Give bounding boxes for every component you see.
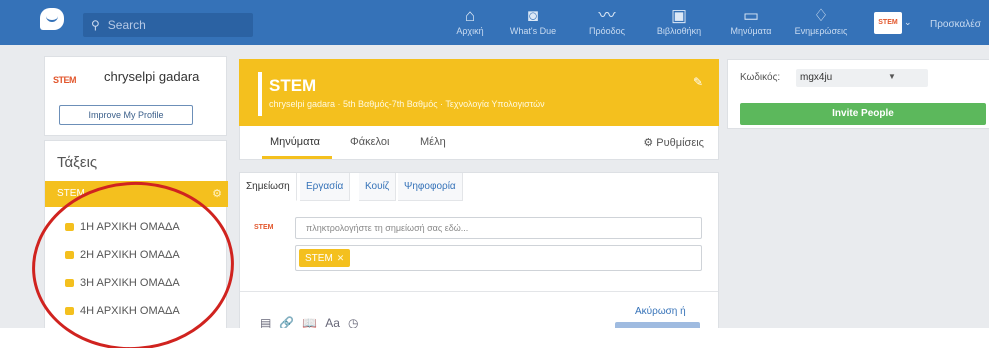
search-icon: ⚲: [91, 18, 100, 32]
stem-logo: STEM: [254, 224, 274, 231]
post-composer: Σημείωση Εργασία Κουίζ Ψηφοφορία STEM ST…: [239, 172, 719, 348]
tab-note[interactable]: Σημείωση: [240, 173, 297, 201]
tab-messages[interactable]: Μηνύματα: [270, 136, 320, 148]
composer-tabs: Σημείωση Εργασία Κουίζ Ψηφοφορία: [240, 173, 480, 201]
code-dropdown[interactable]: mgx4ju: [796, 69, 928, 87]
nav-home-label: Αρχική: [456, 26, 484, 36]
nav-progress[interactable]: 〰 Πρόοδος: [584, 6, 630, 36]
gear-icon: ⚙: [643, 137, 654, 149]
gear-icon[interactable]: ⚙: [212, 181, 222, 207]
recipient-chip-label: STEM: [305, 253, 333, 264]
invite-link[interactable]: Προσκαλέσ: [930, 19, 981, 30]
settings-label: Ρυθμίσεις: [656, 137, 704, 149]
stem-logo: STEM: [53, 75, 77, 85]
active-tab-indicator: [262, 156, 332, 159]
note-input[interactable]: [295, 217, 702, 239]
nav-library[interactable]: ▣ Βιβλιοθήκη: [650, 6, 708, 36]
avatar[interactable]: STEM: [874, 12, 902, 34]
divider: [240, 291, 718, 292]
tab-quiz[interactable]: Κουίζ: [359, 173, 397, 201]
nav-messages[interactable]: ▭ Μηνύματα: [722, 6, 780, 36]
profile-name[interactable]: chryselpi gadara: [104, 69, 199, 84]
settings-link[interactable]: ⚙ Ρυθμίσεις: [643, 136, 704, 149]
search-input[interactable]: [107, 18, 238, 32]
edmodo-logo-icon[interactable]: [40, 8, 64, 30]
group-code-card: Κωδικός: mgx4ju ▼ Invite People: [727, 59, 989, 129]
improve-profile-button[interactable]: Improve My Profile: [59, 105, 193, 125]
page-title: STEM: [269, 76, 317, 95]
nav-messages-label: Μηνύματα: [730, 26, 772, 36]
page-subtitle: chryselpi gadara · 5th Βαθμός-7th Βαθμός…: [269, 99, 545, 109]
caret-down-icon[interactable]: ▼: [888, 72, 896, 81]
class-header: STEM chryselpi gadara · 5th Βαθμός-7th Β…: [239, 59, 719, 126]
remove-icon[interactable]: ✕: [337, 253, 345, 263]
classes-title: Τάξεις: [57, 154, 98, 171]
nav-whats-due[interactable]: ◙ What's Due: [508, 6, 558, 36]
tab-members[interactable]: Μέλη: [420, 136, 446, 148]
edit-icon[interactable]: ✎: [693, 75, 703, 89]
library-icon: ▣: [670, 6, 688, 25]
messages-icon: ▭: [742, 6, 760, 25]
progress-icon: 〰: [598, 6, 616, 25]
top-nav-bar: ⚲ ⌂ Αρχική ◙ What's Due 〰 Πρόοδος ▣ Βιβλ…: [0, 0, 989, 45]
class-tabs: Μηνύματα Φάκελοι Μέλη ⚙ Ρυθμίσεις: [239, 126, 719, 160]
code-label: Κωδικός:: [740, 72, 781, 83]
recipient-chip[interactable]: STEM ✕: [299, 249, 351, 267]
tab-folders[interactable]: Φάκελοι: [350, 136, 389, 148]
profile-card: STEM chryselpi gadara Improve My Profile: [44, 56, 227, 136]
header-accent-bar: [258, 72, 262, 116]
invite-people-button[interactable]: Invite People: [740, 103, 986, 125]
tab-poll[interactable]: Ψηφοφορία: [398, 173, 463, 201]
chevron-down-icon[interactable]: ⌄: [904, 17, 912, 28]
nav-progress-label: Πρόοδος: [589, 26, 625, 36]
home-icon: ⌂: [464, 6, 476, 25]
cancel-link[interactable]: Ακύρωση ή: [635, 306, 686, 317]
recipients-field[interactable]: STEM ✕: [295, 245, 702, 271]
nav-notifications-label: Ενημερώσεις: [794, 26, 848, 36]
nav-whats-due-label: What's Due: [509, 26, 557, 36]
bell-icon: ♢: [813, 6, 829, 25]
calendar-icon: ◙: [527, 6, 539, 25]
tab-assignment[interactable]: Εργασία: [300, 173, 351, 201]
nav-notifications[interactable]: ♢ Ενημερώσεις: [788, 6, 854, 36]
nav-library-label: Βιβλιοθήκη: [656, 26, 702, 36]
nav-home[interactable]: ⌂ Αρχική: [448, 6, 492, 36]
search-box[interactable]: ⚲: [83, 13, 253, 37]
